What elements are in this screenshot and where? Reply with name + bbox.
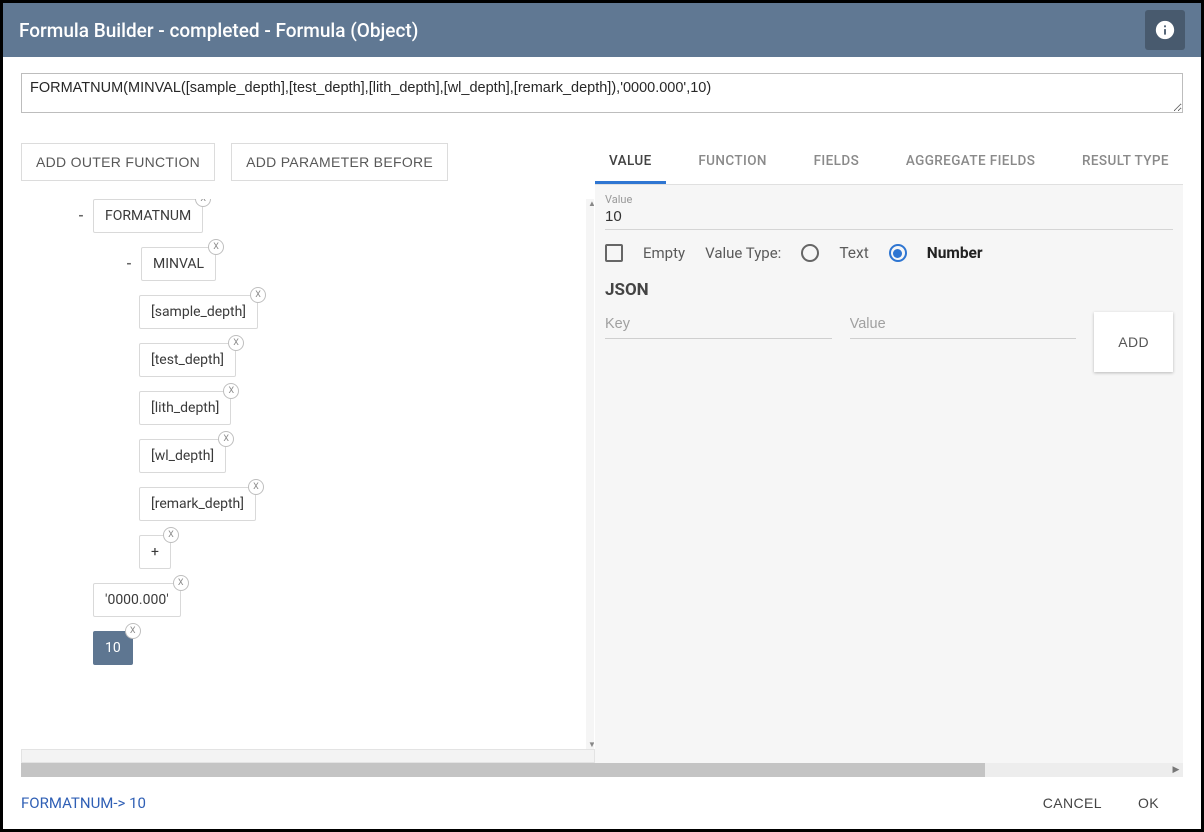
tab-value[interactable]: VALUE <box>595 143 666 184</box>
collapse-toggle[interactable]: - <box>69 208 93 224</box>
tree-row-remark-depth: [remark_depth] X <box>139 487 594 521</box>
formula-tree: - FORMATNUM X - MINVAL X <box>21 199 594 699</box>
tree-row-add-param: + X <box>139 535 594 569</box>
value-field-block: Value <box>605 193 1173 230</box>
tree-row-format-string: '0000.000' X <box>93 583 594 617</box>
node-label: [wl_depth] <box>151 448 214 464</box>
radio-number-label: Number <box>927 244 983 262</box>
value-options-row: Empty Value Type: Text Number <box>605 244 1173 262</box>
node-wl-depth[interactable]: [wl_depth] X <box>139 439 226 473</box>
scroll-up-icon: ▲ <box>588 199 595 208</box>
close-icon[interactable]: X <box>125 623 141 639</box>
footer: FORMATNUM-> 10 CANCEL OK <box>3 777 1201 829</box>
radio-text-label: Text <box>839 244 868 262</box>
tree-row-sample-depth: [sample_depth] X <box>139 295 594 329</box>
close-icon[interactable]: X <box>195 199 211 207</box>
json-add-button[interactable]: ADD <box>1094 312 1173 372</box>
formula-builder-window: Formula Builder - completed - Formula (O… <box>0 0 1204 832</box>
info-icon <box>1154 19 1176 41</box>
tree-row-minval: - MINVAL X <box>117 247 594 281</box>
titlebar: Formula Builder - completed - Formula (O… <box>3 3 1201 57</box>
tree-scroll[interactable]: - FORMATNUM X - MINVAL X <box>21 199 594 749</box>
formula-expression-area: FORMATNUM(MINVAL([sample_depth],[test_de… <box>3 57 1201 133</box>
empty-checkbox[interactable] <box>605 244 623 262</box>
tab-function[interactable]: FUNCTION <box>684 143 781 184</box>
main-content: ADD OUTER FUNCTION ADD PARAMETER BEFORE … <box>3 133 1201 763</box>
tree-row-value-10: 10 X <box>93 631 594 665</box>
node-label: '0000.000' <box>105 592 169 608</box>
node-label: [test_depth] <box>151 352 224 368</box>
close-icon[interactable]: X <box>173 575 189 591</box>
info-button[interactable] <box>1145 10 1185 50</box>
node-label: [sample_depth] <box>151 304 246 320</box>
scroll-down-icon: ▼ <box>588 740 595 749</box>
radio-number[interactable] <box>889 244 907 262</box>
tree-scroll-wrap: - FORMATNUM X - MINVAL X <box>21 199 595 749</box>
tree-row-lith-depth: [lith_depth] X <box>139 391 594 425</box>
add-parameter-before-button[interactable]: ADD PARAMETER BEFORE <box>231 143 448 181</box>
close-icon[interactable]: X <box>208 239 224 255</box>
tree-panel: ADD OUTER FUNCTION ADD PARAMETER BEFORE … <box>21 133 595 763</box>
tree-toolbar: ADD OUTER FUNCTION ADD PARAMETER BEFORE <box>21 133 595 199</box>
value-input[interactable] <box>605 206 1173 230</box>
close-icon[interactable]: X <box>250 287 266 303</box>
tab-aggregate-fields[interactable]: AGGREGATE FIELDS <box>892 143 1049 184</box>
json-value-input[interactable] <box>850 312 1077 339</box>
empty-label: Empty <box>643 244 685 262</box>
close-icon[interactable]: X <box>163 527 179 543</box>
tree-horizontal-scrollbar[interactable] <box>21 749 595 763</box>
window-title: Formula Builder - completed - Formula (O… <box>19 19 1145 42</box>
node-remark-depth[interactable]: [remark_depth] X <box>139 487 256 521</box>
json-key-input[interactable] <box>605 312 832 339</box>
node-format-string[interactable]: '0000.000' X <box>93 583 181 617</box>
radio-text[interactable] <box>801 244 819 262</box>
node-label: FORMATNUM <box>105 208 191 224</box>
node-label: MINVAL <box>153 256 204 272</box>
close-icon[interactable]: X <box>248 479 264 495</box>
node-label: + <box>151 544 159 560</box>
tree-row-test-depth: [test_depth] X <box>139 343 594 377</box>
detail-tabs: VALUE FUNCTION FIELDS AGGREGATE FIELDS R… <box>595 133 1183 185</box>
collapse-toggle[interactable]: - <box>117 256 141 272</box>
node-label: [lith_depth] <box>151 400 219 416</box>
value-field-label: Value <box>605 193 1173 206</box>
node-lith-depth[interactable]: [lith_depth] X <box>139 391 231 425</box>
detail-panel: VALUE FUNCTION FIELDS AGGREGATE FIELDS R… <box>595 133 1183 763</box>
value-panel: Value Empty Value Type: Text Number JSON <box>595 185 1183 763</box>
scrollbar-thumb[interactable] <box>21 763 985 777</box>
tree-vertical-scrollbar[interactable]: ▲▼ <box>586 199 595 749</box>
tree-row-formatnum: - FORMATNUM X <box>69 199 594 233</box>
breadcrumb: FORMATNUM-> 10 <box>21 794 1025 812</box>
json-row: ADD <box>605 312 1173 372</box>
formula-textarea[interactable]: FORMATNUM(MINVAL([sample_depth],[test_de… <box>21 73 1183 113</box>
node-sample-depth[interactable]: [sample_depth] X <box>139 295 258 329</box>
scroll-right-icon: ▶ <box>1169 763 1183 777</box>
tree-row-wl-depth: [wl_depth] X <box>139 439 594 473</box>
close-icon[interactable]: X <box>223 383 239 399</box>
node-formatnum[interactable]: FORMATNUM X <box>93 199 203 233</box>
tab-result-type[interactable]: RESULT TYPE <box>1068 143 1183 184</box>
window-horizontal-scrollbar[interactable]: ◀ ▶ <box>21 763 1183 777</box>
ok-button[interactable]: OK <box>1120 787 1177 819</box>
node-label: 10 <box>105 640 121 656</box>
node-test-depth[interactable]: [test_depth] X <box>139 343 236 377</box>
close-icon[interactable]: X <box>228 335 244 351</box>
value-type-label: Value Type: <box>705 244 781 262</box>
node-label: [remark_depth] <box>151 496 244 512</box>
cancel-button[interactable]: CANCEL <box>1025 787 1120 819</box>
tab-fields[interactable]: FIELDS <box>800 143 874 184</box>
add-outer-function-button[interactable]: ADD OUTER FUNCTION <box>21 143 215 181</box>
node-minval[interactable]: MINVAL X <box>141 247 216 281</box>
close-icon[interactable]: X <box>218 431 234 447</box>
node-value-10[interactable]: 10 X <box>93 631 133 665</box>
json-heading: JSON <box>605 280 1173 300</box>
node-add-param[interactable]: + X <box>139 535 171 569</box>
